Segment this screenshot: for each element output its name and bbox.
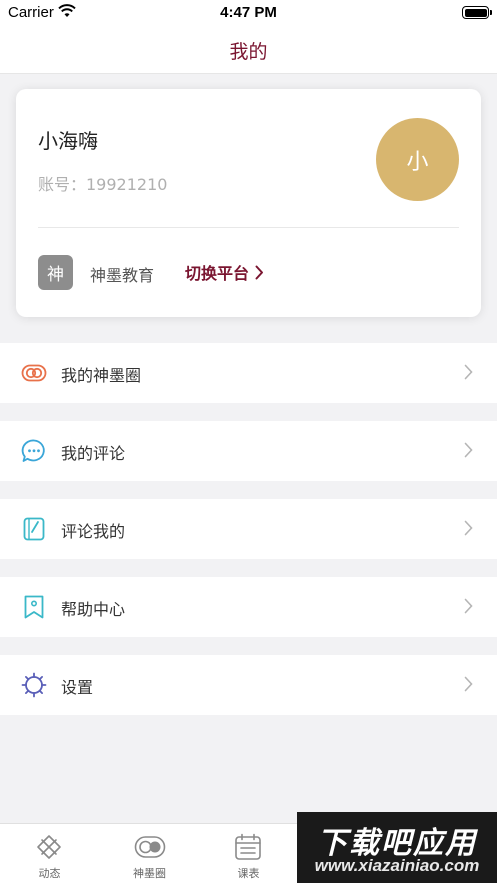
- menu-label: 我的神墨圈: [61, 366, 142, 385]
- chevron-right-icon: [464, 442, 473, 458]
- toggle-circle-icon: [134, 836, 166, 858]
- account-number: 账号：19921210: [38, 175, 168, 194]
- switch-platform-label: 切换平台: [185, 264, 250, 283]
- org-logo: 神: [38, 255, 73, 290]
- status-time: 4:47 PM: [220, 4, 277, 21]
- chevron-right-icon: [464, 676, 473, 692]
- nav-bar: 我的: [0, 26, 497, 74]
- tab-timetable[interactable]: 课表: [199, 824, 298, 883]
- chevron-right-icon: [255, 265, 264, 279]
- bookmark-person-icon: [24, 595, 44, 619]
- chevron-right-icon: [464, 598, 473, 614]
- battery-icon: [462, 6, 492, 19]
- tab-shenmo-circle[interactable]: 神墨圈: [100, 824, 199, 883]
- menu-label: 设置: [61, 678, 94, 697]
- profile-card: 小海嗨 账号：19921210 小 神 神墨教育 切换平台: [16, 89, 481, 317]
- menu-label: 评论我的: [61, 522, 126, 541]
- calendar-icon: [235, 833, 261, 860]
- menu-item-help-center[interactable]: 帮助中心: [0, 577, 497, 637]
- tab-dynamics[interactable]: 动态: [0, 824, 99, 883]
- menu-item-comments-on-me[interactable]: 评论我的: [0, 499, 497, 559]
- org-name: 神墨教育: [90, 266, 155, 285]
- status-bar: Carrier 4:47 PM: [0, 0, 497, 26]
- menu-item-settings[interactable]: 设置: [0, 655, 497, 715]
- chat-bubble-icon: [21, 439, 45, 462]
- chevron-right-icon: [464, 520, 473, 536]
- shenmo-circle-icon: [21, 364, 47, 382]
- menu-label: 帮助中心: [61, 600, 126, 619]
- tab-label: 神墨圈: [133, 867, 166, 880]
- chevron-right-icon: [464, 364, 473, 380]
- tab-label: 课表: [237, 867, 260, 880]
- page-title: 我的: [229, 41, 268, 63]
- avatar[interactable]: 小: [376, 118, 459, 201]
- watermark-logo: 下载吧应用 www.xiazainiao.com: [297, 812, 497, 883]
- compass-icon: [37, 835, 61, 859]
- menu-item-my-shenmo-circle[interactable]: 我的神墨圈: [0, 343, 497, 403]
- tab-label: 动态: [38, 867, 61, 880]
- note-pen-icon: [23, 517, 45, 541]
- card-divider: [38, 227, 459, 228]
- menu-item-my-comments[interactable]: 我的评论: [0, 421, 497, 481]
- user-name: 小海嗨: [38, 129, 98, 153]
- watermark-url: www.xiazainiao.com: [314, 856, 480, 875]
- switch-platform-button[interactable]: 切换平台: [185, 260, 264, 284]
- menu-label: 我的评论: [61, 444, 126, 463]
- gear-icon: [21, 672, 47, 698]
